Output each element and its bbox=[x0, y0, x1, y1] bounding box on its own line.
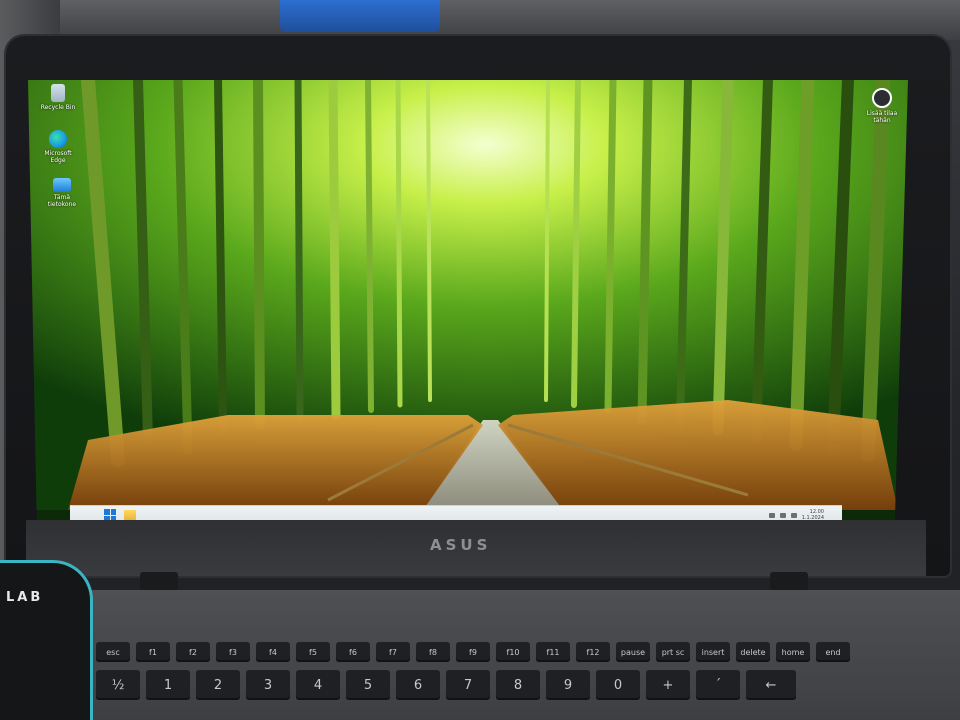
key-16[interactable]: delete bbox=[736, 642, 770, 662]
key-3[interactable]: f3 bbox=[216, 642, 250, 662]
key-6[interactable]: f6 bbox=[336, 642, 370, 662]
key-8[interactable]: 8 bbox=[496, 670, 540, 700]
key-1[interactable]: 1 bbox=[146, 670, 190, 700]
desktop-icon-this-pc[interactable]: Tämä tietokone bbox=[42, 178, 82, 208]
mousepad bbox=[0, 560, 93, 720]
key-11[interactable]: + bbox=[646, 670, 690, 700]
key-0[interactable]: ½ bbox=[96, 670, 140, 700]
mousepad-logo-text: LAB bbox=[6, 590, 44, 605]
this-pc-icon bbox=[53, 178, 71, 192]
key-2[interactable]: f2 bbox=[176, 642, 210, 662]
key-2[interactable]: 2 bbox=[196, 670, 240, 700]
lid-brand-logo: ASUS bbox=[430, 536, 492, 554]
desktop-icon-label: Tämä tietokone bbox=[47, 194, 77, 208]
key-12[interactable]: ´ bbox=[696, 670, 740, 700]
edge-icon bbox=[49, 130, 67, 148]
key-0[interactable]: esc bbox=[96, 642, 130, 662]
blue-object-background bbox=[280, 0, 440, 32]
number-key-row: ½ 1 2 3 4 5 6 7 8 9 0 + ´ ← bbox=[96, 670, 796, 700]
desktop-icon-edge[interactable]: Microsoft Edge bbox=[38, 130, 78, 164]
key-7[interactable]: f7 bbox=[376, 642, 410, 662]
key-7[interactable]: 7 bbox=[446, 670, 490, 700]
volume-icon[interactable] bbox=[779, 512, 786, 518]
key-14[interactable]: prt sc bbox=[656, 642, 690, 662]
key-4[interactable]: 4 bbox=[296, 670, 340, 700]
key-9[interactable]: f9 bbox=[456, 642, 490, 662]
desktop-icon-recycle-bin[interactable]: Recycle Bin bbox=[38, 84, 78, 111]
key-15[interactable]: insert bbox=[696, 642, 730, 662]
bamboo-forest-wallpaper bbox=[28, 80, 908, 510]
key-3[interactable]: 3 bbox=[246, 670, 290, 700]
key-11[interactable]: f11 bbox=[536, 642, 570, 662]
dry-grass-right bbox=[498, 400, 898, 510]
key-8[interactable]: f8 bbox=[416, 642, 450, 662]
hinge-left bbox=[140, 572, 178, 590]
keyboard: esc f1 f2 f3 f4 f5 f6 f7 f8 f9 f10 f11 f12 pause prt s… bbox=[96, 642, 856, 720]
key-6[interactable]: 6 bbox=[396, 670, 440, 700]
key-9[interactable]: 9 bbox=[546, 670, 590, 700]
restore-icon bbox=[872, 88, 892, 108]
wifi-icon[interactable] bbox=[768, 512, 775, 518]
key-18[interactable]: end bbox=[816, 642, 850, 662]
battery-icon[interactable] bbox=[790, 512, 797, 518]
desktop-icon-restore[interactable]: Lisää tilaa tähän bbox=[862, 88, 902, 124]
key-5[interactable]: 5 bbox=[346, 670, 390, 700]
hinge-right bbox=[770, 572, 808, 590]
laptop-screen: Recycle Bin Microsoft Edge Tämä tietokon… bbox=[28, 80, 908, 522]
key-10[interactable]: 0 bbox=[596, 670, 640, 700]
key-5[interactable]: f5 bbox=[296, 642, 330, 662]
recycle-bin-icon bbox=[51, 84, 65, 102]
photo-scene: Recycle Bin Microsoft Edge Tämä tietokon… bbox=[0, 0, 960, 720]
function-key-row: esc f1 f2 f3 f4 f5 f6 f7 f8 f9 f10 f11 f12 pause prt s… bbox=[96, 642, 850, 662]
key-12[interactable]: f12 bbox=[576, 642, 610, 662]
key-4[interactable]: f4 bbox=[256, 642, 290, 662]
file-explorer-icon[interactable] bbox=[124, 510, 136, 520]
key-1[interactable]: f1 bbox=[136, 642, 170, 662]
key-10[interactable]: f10 bbox=[496, 642, 530, 662]
desktop-icon-label: Microsoft Edge bbox=[44, 150, 72, 164]
key-17[interactable]: home bbox=[776, 642, 810, 662]
room-wall-top bbox=[0, 0, 960, 40]
desktop-icon-label: Recycle Bin bbox=[40, 104, 76, 111]
desktop-icon-label: Lisää tilaa tähän bbox=[866, 110, 898, 124]
key-13[interactable]: pause bbox=[616, 642, 650, 662]
key-13[interactable]: ← bbox=[746, 670, 796, 700]
